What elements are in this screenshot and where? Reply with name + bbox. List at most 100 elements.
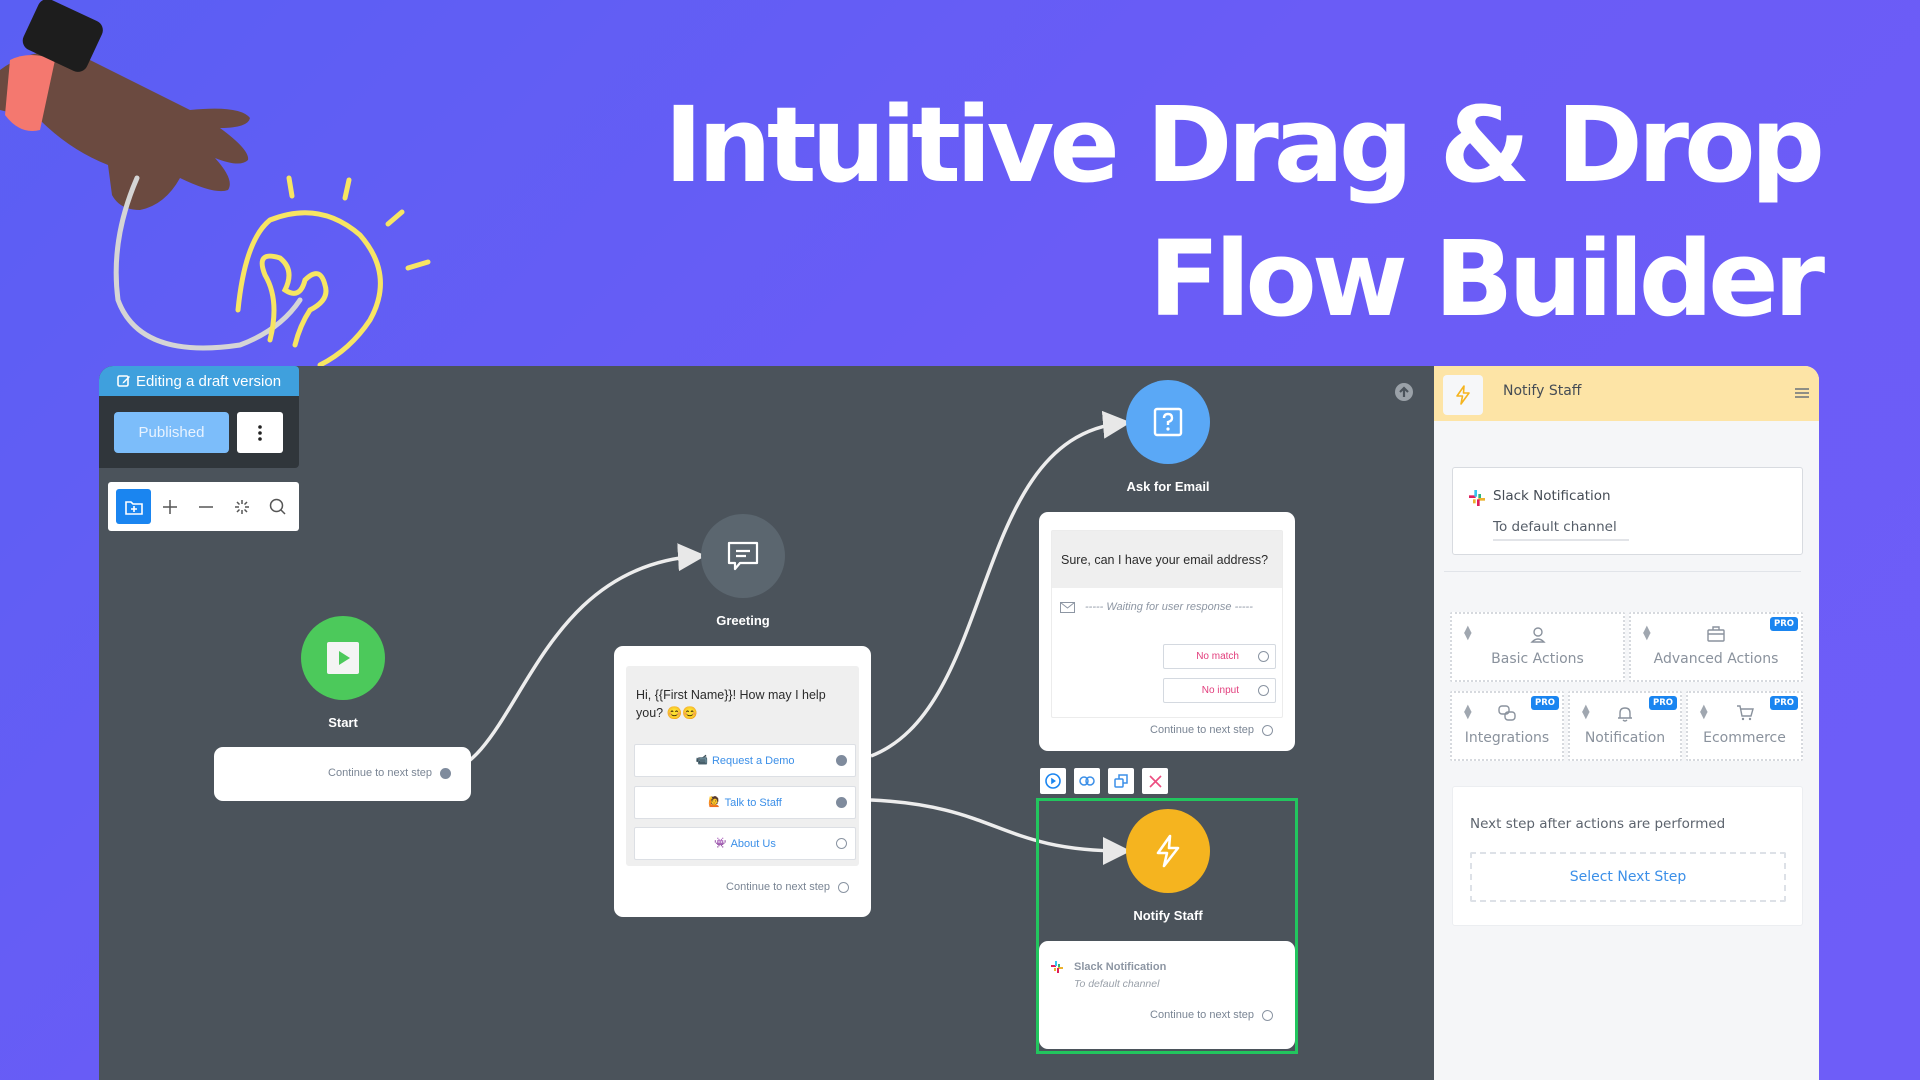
- no-input-branch[interactable]: No input: [1163, 678, 1276, 703]
- draft-version-label: Editing a draft version: [135, 372, 282, 390]
- search-icon: [269, 498, 286, 515]
- zoom-out-icon: [198, 505, 213, 508]
- drag-handle-icon[interactable]: ▲ ▼: [1582, 704, 1590, 721]
- more-vertical-icon: [258, 424, 262, 441]
- play-icon: [327, 642, 359, 674]
- slack-channel-field[interactable]: To default channel: [1493, 519, 1629, 541]
- output-port[interactable]: [838, 881, 849, 893]
- greeting-node-circle[interactable]: [701, 514, 785, 598]
- draft-version-badge: Editing a draft version: [99, 366, 299, 396]
- alien-monster-icon: 👾: [714, 838, 727, 849]
- briefcase-icon: [1707, 626, 1725, 642]
- waiting-response: ----- Waiting for user response -----: [1060, 601, 1253, 613]
- slack-icon: [1469, 490, 1485, 506]
- drag-handle-icon[interactable]: ▲ ▼: [1643, 625, 1651, 642]
- output-port[interactable]: [836, 838, 847, 849]
- raising-hand-icon: 🙋: [708, 797, 721, 808]
- output-port[interactable]: [836, 797, 847, 808]
- ask-email-node-label: Ask for Email: [1126, 479, 1210, 494]
- envelope-icon: [1060, 601, 1075, 613]
- choice-talk-to-staff[interactable]: 🙋 Talk to Staff: [634, 786, 856, 819]
- tile-label: Advanced Actions: [1653, 651, 1779, 667]
- bell-icon: [1618, 707, 1632, 722]
- lightning-icon: [1456, 385, 1470, 405]
- choice-request-demo[interactable]: 📹 Request a Demo: [634, 744, 856, 777]
- tile-label: Ecommerce: [1703, 730, 1786, 746]
- panel-header: Notify Staff: [1434, 366, 1819, 421]
- greeting-message: Hi, {{First Name}}! How may I help you? …: [636, 688, 826, 720]
- panel-title: Notify Staff: [1503, 383, 1582, 399]
- output-port[interactable]: [1258, 685, 1269, 696]
- tile-label: Notification: [1584, 730, 1666, 746]
- search-button[interactable]: [260, 489, 295, 524]
- greeting-node-card[interactable]: Hi, {{First Name}}! How may I help you? …: [614, 646, 871, 917]
- cart-icon: [1736, 705, 1754, 721]
- output-port[interactable]: [1262, 1009, 1273, 1021]
- output-port[interactable]: [1258, 651, 1269, 662]
- next-step-card: Next step after actions are performed Se…: [1452, 786, 1803, 926]
- notification-tile[interactable]: ▲ ▼ Notification PRO: [1568, 691, 1682, 761]
- node-action-toolbar: [1040, 768, 1168, 794]
- question-icon: [1153, 407, 1183, 437]
- pro-badge: PRO: [1769, 617, 1798, 631]
- notify-staff-node-circle[interactable]: [1126, 809, 1210, 893]
- drag-handle-icon[interactable]: ▲ ▼: [1464, 625, 1472, 642]
- hand-lightbulb-illustration: [0, 0, 431, 368]
- slack-notification-subtitle: To default channel: [1074, 978, 1160, 990]
- start-node-circle[interactable]: [301, 616, 385, 700]
- output-port[interactable]: [440, 767, 451, 779]
- ask-email-node-circle[interactable]: [1126, 380, 1210, 464]
- slack-notification-card[interactable]: Slack Notification To default channel: [1452, 467, 1803, 555]
- ask-email-node-card[interactable]: Sure, can I have your email address? ---…: [1039, 512, 1295, 751]
- published-button[interactable]: Published: [114, 412, 229, 453]
- slack-notification-title: Slack Notification: [1493, 488, 1611, 504]
- continue-to-next-step: Continue to next step: [328, 767, 451, 779]
- no-match-branch[interactable]: No match: [1163, 644, 1276, 669]
- hero-title: Intuitive Drag & Drop Flow Builder: [664, 78, 1825, 346]
- duplicate-node-button[interactable]: [1108, 768, 1134, 794]
- greeting-node-label: Greeting: [716, 613, 770, 628]
- advanced-actions-tile[interactable]: ▲ ▼ Advanced Actions PRO: [1629, 612, 1803, 682]
- drag-handle-icon[interactable]: ▲ ▼: [1464, 704, 1472, 721]
- choice-about-us[interactable]: 👾 About Us: [634, 827, 856, 860]
- integrations-icon: [1498, 705, 1516, 721]
- more-options-button[interactable]: [237, 412, 283, 453]
- pro-badge: PRO: [1769, 696, 1798, 710]
- basic-actions-tile[interactable]: ▲ ▼ Basic Actions: [1450, 612, 1625, 682]
- video-camera-icon: 📹: [695, 755, 708, 766]
- notify-staff-node-card[interactable]: Slack Notification To default channel Co…: [1039, 941, 1295, 1049]
- pro-badge: PRO: [1648, 696, 1677, 710]
- tile-label: Integrations: [1464, 730, 1550, 746]
- auto-arrange-button[interactable]: [224, 489, 259, 524]
- duplicate-icon: [1114, 774, 1128, 788]
- ask-email-message: Sure, can I have your email address?: [1052, 531, 1282, 588]
- test-node-button[interactable]: [1040, 768, 1066, 794]
- edit-icon: [117, 375, 130, 387]
- link-node-button[interactable]: [1074, 768, 1100, 794]
- zoom-out-button[interactable]: [188, 489, 223, 524]
- menu-icon[interactable]: [1793, 384, 1811, 402]
- ecommerce-tile[interactable]: ▲ ▼ Ecommerce PRO: [1686, 691, 1803, 761]
- output-port[interactable]: [836, 755, 847, 766]
- start-node-card[interactable]: Continue to next step: [214, 747, 471, 801]
- zoom-in-button[interactable]: [152, 489, 187, 524]
- add-folder-button[interactable]: [116, 489, 151, 524]
- link-icon: [1079, 776, 1095, 786]
- continue-to-next-step: Continue to next step: [1150, 724, 1273, 736]
- delete-node-button[interactable]: [1142, 768, 1168, 794]
- flow-canvas[interactable]: Editing a draft version Published Start: [99, 366, 1434, 1080]
- integrations-tile[interactable]: ▲ ▼ Integrations PRO: [1450, 691, 1564, 761]
- ask-email-block: Sure, can I have your email address? ---…: [1051, 530, 1283, 718]
- output-port[interactable]: [1262, 724, 1273, 736]
- folder-add-icon: [124, 500, 143, 515]
- upload-icon[interactable]: [1394, 382, 1414, 402]
- canvas-toolbar: [108, 482, 299, 531]
- play-icon: [1045, 773, 1061, 789]
- properties-panel: Notify Staff Slack Notification To defau…: [1434, 366, 1819, 1080]
- delete-icon: [1148, 774, 1162, 788]
- user-pin-icon: [1529, 627, 1546, 643]
- continue-to-next-step: Continue to next step: [1150, 1009, 1273, 1021]
- drag-handle-icon[interactable]: ▲ ▼: [1700, 704, 1708, 721]
- hero-title-line-1: Intuitive Drag & Drop: [664, 84, 1825, 206]
- select-next-step-button[interactable]: Select Next Step: [1470, 852, 1786, 902]
